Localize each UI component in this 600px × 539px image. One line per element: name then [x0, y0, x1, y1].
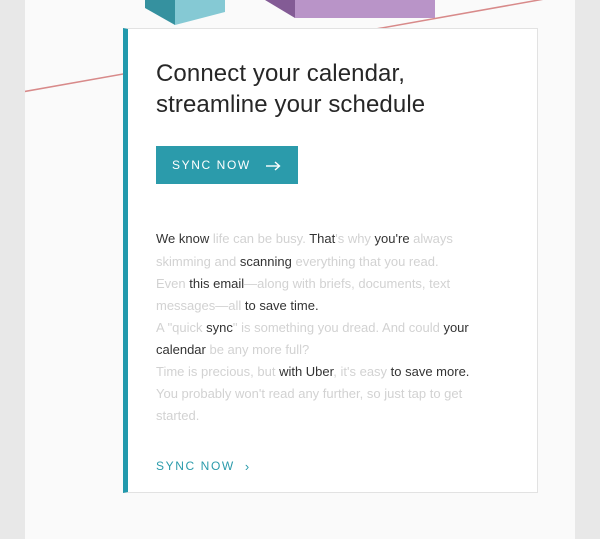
chevron-right-icon: › [245, 460, 251, 473]
body-line-1: We know life can be busy. That's why you… [156, 228, 509, 272]
heading-line-1: Connect your calendar, [156, 60, 405, 87]
body-copy: We know life can be busy. That's why you… [156, 228, 509, 427]
arrow-right-icon [266, 160, 282, 170]
email-frame: Connect your calendar, streamline your s… [25, 0, 575, 539]
body-line-4: Time is precious, but with Uber, it's ea… [156, 361, 509, 383]
promo-card: Connect your calendar, streamline your s… [123, 28, 538, 493]
body-line-3: A "quick sync" is something you dread. A… [156, 317, 509, 361]
heading-line-2: streamline your schedule [156, 91, 425, 118]
sync-now-button[interactable]: SYNC NOW [156, 146, 298, 184]
link-label: SYNC NOW [156, 459, 235, 473]
card-heading: Connect your calendar, streamline your s… [156, 59, 509, 120]
sync-now-link[interactable]: SYNC NOW › [156, 459, 251, 473]
cta-label: SYNC NOW [172, 158, 251, 172]
body-line-5: You probably won't read any further, so … [156, 383, 509, 427]
body-line-2: Even this email—along with briefs, docum… [156, 273, 509, 317]
